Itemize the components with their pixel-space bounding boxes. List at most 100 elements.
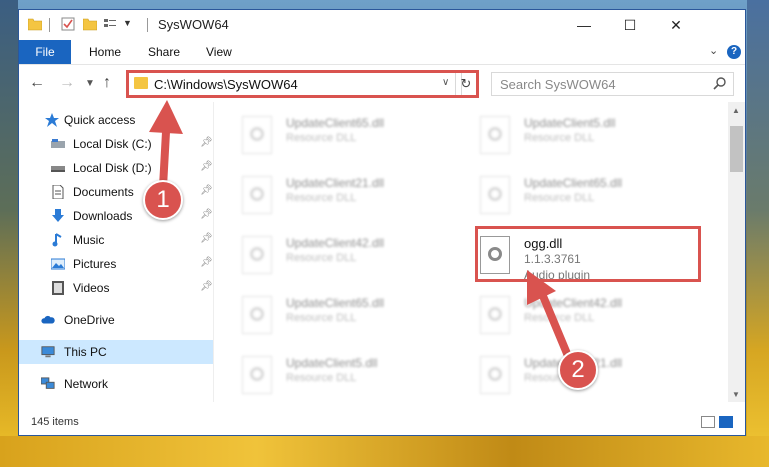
scroll-up-icon[interactable]: ▲ xyxy=(732,106,740,115)
explorer-window: ▼ SysWOW64 — ☐ ✕ File Home Share View ⌄ … xyxy=(18,9,746,436)
sidebar-item-downloads[interactable]: Downloads 📌︎ xyxy=(19,204,213,228)
step-2-badge: 2 xyxy=(558,350,598,390)
sidebar-item-local-disk-c[interactable]: Local Disk (C:) 📌︎ xyxy=(19,132,213,156)
file-item[interactable]: UpdateClient42.dll Resource DLL xyxy=(242,234,472,280)
sidebar-item-network[interactable]: Network xyxy=(19,372,213,396)
sidebar-item-local-disk-d[interactable]: Local Disk (D:) 📌︎ xyxy=(19,156,213,180)
minimize-button[interactable]: — xyxy=(561,10,607,40)
back-arrow-icon[interactable]: ← xyxy=(29,74,45,92)
file-name: UpdateClient65.dll xyxy=(286,296,385,310)
ogg-file-highlight-box xyxy=(475,226,701,282)
search-placeholder: Search SysWOW64 xyxy=(500,77,616,92)
sidebar-item-label: This PC xyxy=(64,345,107,359)
file-name: UpdateClient21.dll xyxy=(286,176,385,190)
search-input[interactable]: Search SysWOW64 xyxy=(491,72,734,96)
sidebar-item-documents[interactable]: Documents 📌︎ xyxy=(19,180,213,204)
file-item[interactable]: UpdateClient42.dll Resource DLL xyxy=(480,294,710,340)
star-icon xyxy=(45,113,59,127)
document-icon xyxy=(52,185,64,199)
desktop-background-bottom xyxy=(0,436,769,467)
toolbar-separator xyxy=(49,18,50,32)
chevron-down-icon[interactable]: ▼ xyxy=(123,18,137,32)
dll-file-icon xyxy=(480,356,510,394)
file-item[interactable]: UpdateClient65.dll Resource DLL xyxy=(480,174,710,220)
pin-icon[interactable]: 📌︎ xyxy=(200,257,213,268)
dll-file-icon xyxy=(242,296,272,334)
sidebar-item-label: Quick access xyxy=(64,113,136,127)
pin-icon[interactable]: 📌︎ xyxy=(200,185,213,196)
tab-view[interactable]: View xyxy=(206,40,232,64)
maximize-button[interactable]: ☐ xyxy=(607,10,653,40)
file-item[interactable]: UpdateClient5.dll Resource DLL xyxy=(242,354,472,400)
sidebar-item-label: Local Disk (C:) xyxy=(73,137,152,151)
drive-icon xyxy=(51,139,65,148)
dll-file-icon xyxy=(480,176,510,214)
file-name: UpdateClient65.dll xyxy=(524,176,623,190)
file-description: Resource DLL xyxy=(286,252,357,264)
file-item[interactable]: UpdateClient21.dll Resource DLL xyxy=(242,174,472,220)
file-item[interactable]: UpdateClient5.dll Resource DLL xyxy=(480,114,710,160)
sidebar-item-label: OneDrive xyxy=(64,313,115,327)
tab-share[interactable]: Share xyxy=(148,40,180,64)
desktop-background-left xyxy=(0,0,18,467)
pin-icon[interactable]: 📌︎ xyxy=(200,281,213,292)
pin-icon[interactable]: 📌︎ xyxy=(200,161,213,172)
help-icon[interactable]: ? xyxy=(727,45,741,59)
dll-file-icon xyxy=(242,116,272,154)
large-icons-view-icon[interactable] xyxy=(719,416,733,428)
forward-arrow-icon[interactable]: → xyxy=(59,74,75,92)
pin-icon[interactable]: 📌︎ xyxy=(200,137,213,148)
file-name: UpdateClient65.dll xyxy=(286,116,385,130)
sidebar-item-label: Pictures xyxy=(73,257,117,271)
file-item[interactable]: UpdateClient65.dll Resource DLL xyxy=(242,294,472,340)
sidebar-item-music[interactable]: Music 📌︎ xyxy=(19,228,213,252)
details-view-icon[interactable] xyxy=(701,416,715,428)
search-icon xyxy=(713,77,726,90)
properties-check-icon[interactable] xyxy=(61,17,75,31)
ribbon-tabs: File Home Share View ⌄ ? xyxy=(19,40,745,65)
tab-home[interactable]: Home xyxy=(89,40,121,64)
file-description: Resource DLL xyxy=(524,132,595,144)
scrollbar-thumb[interactable] xyxy=(730,126,743,172)
dll-file-icon xyxy=(242,176,272,214)
dll-file-icon xyxy=(480,296,510,334)
close-button[interactable]: ✕ xyxy=(653,10,699,40)
customize-toolbar-icon[interactable] xyxy=(103,17,117,31)
sidebar-item-label: Documents xyxy=(73,185,134,199)
pin-icon[interactable]: 📌︎ xyxy=(200,209,213,220)
status-bar: 145 items xyxy=(19,410,745,434)
up-arrow-icon[interactable]: ↑ xyxy=(103,74,111,92)
folder-icon[interactable] xyxy=(28,17,42,31)
network-icon xyxy=(41,377,55,389)
sidebar-item-label: Local Disk (D:) xyxy=(73,161,152,175)
tab-file[interactable]: File xyxy=(19,40,71,64)
scroll-down-icon[interactable]: ▼ xyxy=(732,390,740,399)
pin-icon[interactable]: 📌︎ xyxy=(200,233,213,244)
film-icon xyxy=(52,281,64,295)
file-item[interactable]: UpdateClient65.dll Resource DLL xyxy=(242,114,472,160)
dll-file-icon xyxy=(242,356,272,394)
picture-icon xyxy=(51,258,65,270)
computer-icon xyxy=(41,346,55,358)
toolbar-separator xyxy=(147,18,148,32)
file-description: Resource DLL xyxy=(286,312,357,324)
dll-file-icon xyxy=(480,116,510,154)
dll-file-icon xyxy=(242,236,272,274)
desktop-background-right xyxy=(747,0,769,467)
drive-icon xyxy=(51,166,65,172)
sidebar-item-pictures[interactable]: Pictures 📌︎ xyxy=(19,252,213,276)
vertical-scrollbar[interactable]: ▲ ▼ xyxy=(728,102,745,402)
cloud-icon xyxy=(41,315,55,324)
sidebar-item-label: Videos xyxy=(73,281,110,295)
sidebar-item-label: Network xyxy=(64,377,109,391)
sidebar-item-videos[interactable]: Videos 📌︎ xyxy=(19,276,213,300)
recent-locations-icon[interactable]: ▼ xyxy=(85,78,95,89)
expand-ribbon-icon[interactable]: ⌄ xyxy=(709,44,718,57)
sidebar-item-label: Downloads xyxy=(73,209,133,223)
new-folder-icon[interactable] xyxy=(83,17,97,31)
sidebar-item-onedrive[interactable]: OneDrive xyxy=(19,308,213,332)
file-description: Resource DLL xyxy=(286,192,357,204)
navigation-pane: Quick access Local Disk (C:) 📌︎ Local Di… xyxy=(19,102,214,402)
sidebar-item-quick-access[interactable]: Quick access xyxy=(19,108,213,132)
sidebar-item-this-pc[interactable]: This PC xyxy=(19,340,213,364)
